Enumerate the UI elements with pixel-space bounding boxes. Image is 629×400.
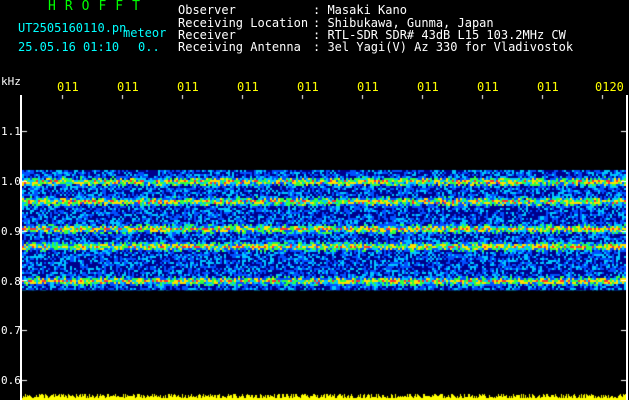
capture-datetime: 25.05.16 01:10 xyxy=(18,40,120,54)
x-tick-label: 011 xyxy=(357,80,379,94)
observer-value: : Masaki Kano xyxy=(313,3,407,17)
x-tick-label: 011 xyxy=(297,80,319,94)
y-tick-label: 0.8 xyxy=(1,275,21,288)
x-tick-label: 011 xyxy=(537,80,559,94)
y-tick-label: 0.7 xyxy=(1,324,21,337)
x-tick-label: 011 xyxy=(57,80,79,94)
x-tick-label: 011 xyxy=(417,80,439,94)
x-tick-label: 011 xyxy=(477,80,499,94)
antenna-label: Receiving Antenna xyxy=(178,40,301,54)
file-name: UT2505160110.pn xyxy=(18,21,127,35)
x-tick-label: 011 xyxy=(177,80,199,94)
y-tick-label: 0.6 xyxy=(1,374,21,387)
x-tick-label: 011 xyxy=(237,80,259,94)
spectrogram-plot xyxy=(22,95,626,400)
y-tick-label: 1.0 xyxy=(1,175,21,188)
plot-right-border xyxy=(626,95,628,400)
x-tick-label: 011 xyxy=(117,80,139,94)
app-logo: HROFFT xyxy=(48,0,149,14)
x-tick-label: 0120 xyxy=(595,80,624,94)
antenna-value: : 3el Yagi(V) Az 330 for Vladivostok xyxy=(313,40,574,54)
y-tick-label: 0.9 xyxy=(1,225,21,238)
observer-label: Observer xyxy=(178,3,236,17)
y-axis-unit: kHz xyxy=(1,75,21,88)
file-name-suffix: meteor xyxy=(123,26,167,40)
status-dots: 0.. xyxy=(138,40,160,54)
y-tick-label: 1.1 xyxy=(1,125,21,138)
